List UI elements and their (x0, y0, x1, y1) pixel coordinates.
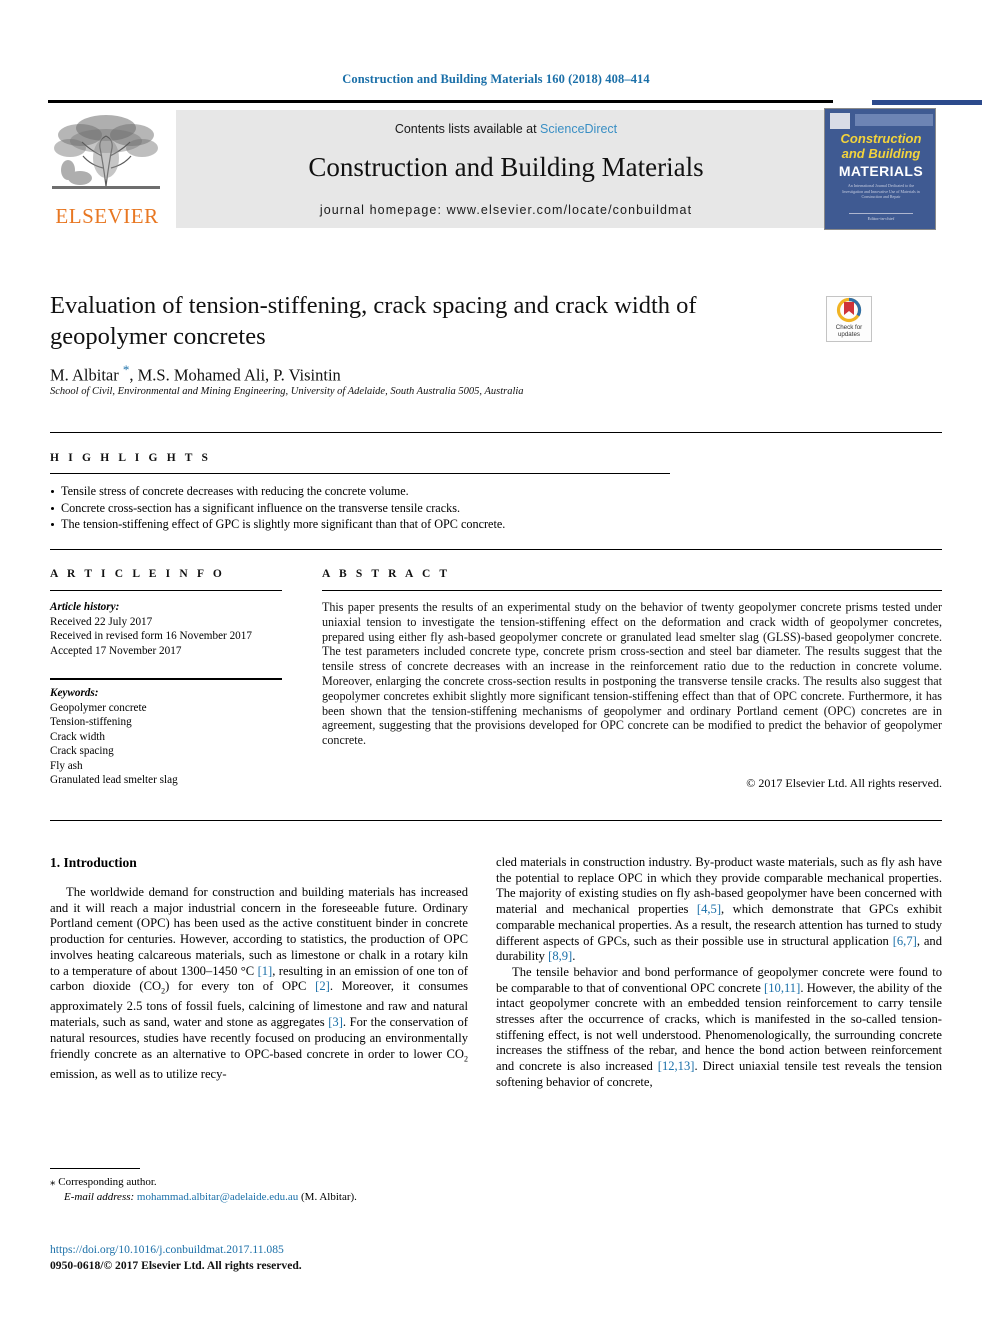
intro-text-c: ) for every ton of OPC (165, 979, 316, 994)
right-text-d: . (572, 949, 576, 964)
masthead-accent-bar (872, 100, 982, 105)
section-heading-introduction: 1. Introduction (50, 855, 137, 870)
citation-6-7[interactable]: [6,7] (893, 934, 917, 948)
footnote-block: ⁎ Corresponding author. E-mail address: … (50, 1175, 470, 1204)
article-history-label: Article history: (50, 601, 120, 613)
page-title: Evaluation of tension-stiffening, crack … (50, 292, 697, 350)
masthead-divider (48, 100, 833, 103)
crossmark-line2: updates (837, 331, 861, 338)
abstract-underline (322, 590, 942, 591)
citation-4-5[interactable]: [4,5] (697, 902, 721, 916)
keywords-rule (50, 678, 282, 680)
keyword-item: Fly ash (50, 759, 83, 772)
keywords-block: Keywords: Geopolymer concrete Tension-st… (50, 686, 282, 788)
affiliation: School of Civil, Environmental and Minin… (50, 386, 524, 397)
article-history-item: Received in revised form 16 November 201… (50, 630, 252, 642)
keywords-label: Keywords: (50, 687, 99, 699)
email-label: E-mail address: (64, 1190, 135, 1203)
cover-elsevier-icon (830, 113, 850, 129)
crossmark-icon (836, 297, 862, 323)
crossmark-line1: Check for (835, 324, 863, 331)
corresponding-label: Corresponding author. (55, 1176, 157, 1188)
cover-blurb: An International Journal Dedicated to th… (842, 183, 920, 199)
citation-12-13[interactable]: [12,13] (658, 1059, 695, 1073)
article-info-underline (50, 590, 282, 591)
cover-title-line3: MATERIALS (838, 163, 924, 179)
cover-line2-text: and Building (841, 146, 921, 161)
sciencedirect-link[interactable]: ScienceDirect (540, 122, 617, 136)
highlight-item: Tensile stress of concrete decreases wit… (50, 483, 690, 500)
email-link[interactable]: mohammad.albitar@adelaide.edu.au (137, 1191, 298, 1203)
contents-panel: Contents lists available at ScienceDirec… (176, 110, 836, 228)
journal-homepage-link[interactable]: journal homepage: www.elsevier.com/locat… (176, 203, 836, 217)
co2-subscript-2: 2 (464, 1054, 468, 1064)
cover-title-line1: Construction and Building (825, 131, 935, 161)
highlights-heading: H I G H L I G H T S (50, 452, 212, 464)
body-column-left: 1. Introduction The worldwide demand for… (50, 855, 468, 1082)
body-top-rule (50, 820, 942, 821)
highlight-item: Concrete cross-section has a significant… (50, 500, 690, 517)
article-info-heading: A R T I C L E I N F O (50, 568, 225, 580)
citation-8-9[interactable]: [8,9] (548, 949, 572, 963)
highlights-underline (50, 473, 670, 474)
doi-link[interactable]: https://doi.org/10.1016/j.conbuildmat.20… (50, 1243, 550, 1256)
article-history-item: Received 22 July 2017 (50, 615, 153, 628)
crossmark-badge[interactable]: Check for updates (826, 296, 872, 342)
highlights-list: Tensile stress of concrete decreases wit… (50, 483, 690, 533)
intro-paragraph-right-2: The tensile behavior and bond performanc… (496, 965, 942, 1091)
contents-available-line: Contents lists available at ScienceDirec… (176, 122, 836, 136)
journal-masthead: ELSEVIER Contents lists available at Sci… (48, 100, 982, 232)
author-rest: , M.S. Mohamed Ali, P. Visintin (129, 365, 341, 385)
highlights-top-rule (50, 432, 942, 433)
article-page: Construction and Building Materials 160 … (0, 0, 992, 1323)
keyword-item: Granulated lead smelter slag (50, 774, 178, 786)
keyword-item: Crack width (50, 730, 105, 743)
journal-title: Construction and Building Materials (308, 152, 704, 182)
abstract-text: This paper presents the results of an ex… (322, 600, 942, 748)
keyword-item: Geopolymer concrete (50, 701, 147, 714)
cover-top-bar (855, 114, 933, 126)
elsevier-tree-icon (50, 108, 162, 200)
abstract-heading: A B S T R A C T (322, 568, 451, 580)
author-list: M. Albitar *, M.S. Mohamed Ali, P. Visin… (50, 362, 750, 386)
cover-divider (849, 213, 913, 214)
intro-text-f: emission, as well as to utilize recy- (50, 1066, 227, 1081)
elsevier-logo: ELSEVIER (48, 108, 166, 230)
intro-paragraph-left: The worldwide demand for construction an… (50, 885, 468, 1082)
citation-3[interactable]: [3] (328, 1015, 343, 1029)
cover-line1-text: Construction (840, 131, 922, 146)
intro-paragraph-right-1: cled materials in construction industry.… (496, 855, 942, 965)
author-first: M. Albitar (50, 365, 123, 385)
footnote-rule (50, 1168, 140, 1170)
article-history-item: Accepted 17 November 2017 (50, 644, 182, 657)
email-suffix: (M. Albitar). (298, 1190, 357, 1203)
copyright-line: © 2017 Elsevier Ltd. All rights reserved… (746, 776, 942, 790)
body-column-right: cled materials in construction industry.… (496, 855, 942, 1091)
issn-copyright: 0950-0618/© 2017 Elsevier Ltd. All right… (50, 1259, 302, 1272)
keyword-item: Tension-stiffening (50, 716, 132, 728)
cover-footer-text: Editor-in-chief (867, 216, 895, 221)
crossmark-label: Check for updates (827, 324, 871, 338)
corresponding-author-note: ⁎ Corresponding author. (50, 1175, 470, 1190)
email-note: E-mail address: mohammad.albitar@adelaid… (50, 1190, 470, 1205)
running-head: Construction and Building Materials 160 … (342, 72, 650, 86)
article-history-block: Article history: Received 22 July 2017 R… (50, 600, 282, 658)
citation-10-11[interactable]: [10,11] (764, 981, 800, 995)
elsevier-wordmark: ELSEVIER (55, 204, 159, 228)
info-top-rule (50, 549, 942, 550)
citation-1[interactable]: [1] (258, 964, 273, 978)
keyword-item: Crack spacing (50, 745, 114, 757)
highlight-item: The tension-stiffening effect of GPC is … (50, 516, 690, 533)
contents-prefix: Contents lists available at (394, 122, 541, 136)
journal-cover-thumbnail: Construction and Building MATERIALS An I… (824, 108, 936, 230)
citation-2[interactable]: [2] (315, 979, 330, 993)
